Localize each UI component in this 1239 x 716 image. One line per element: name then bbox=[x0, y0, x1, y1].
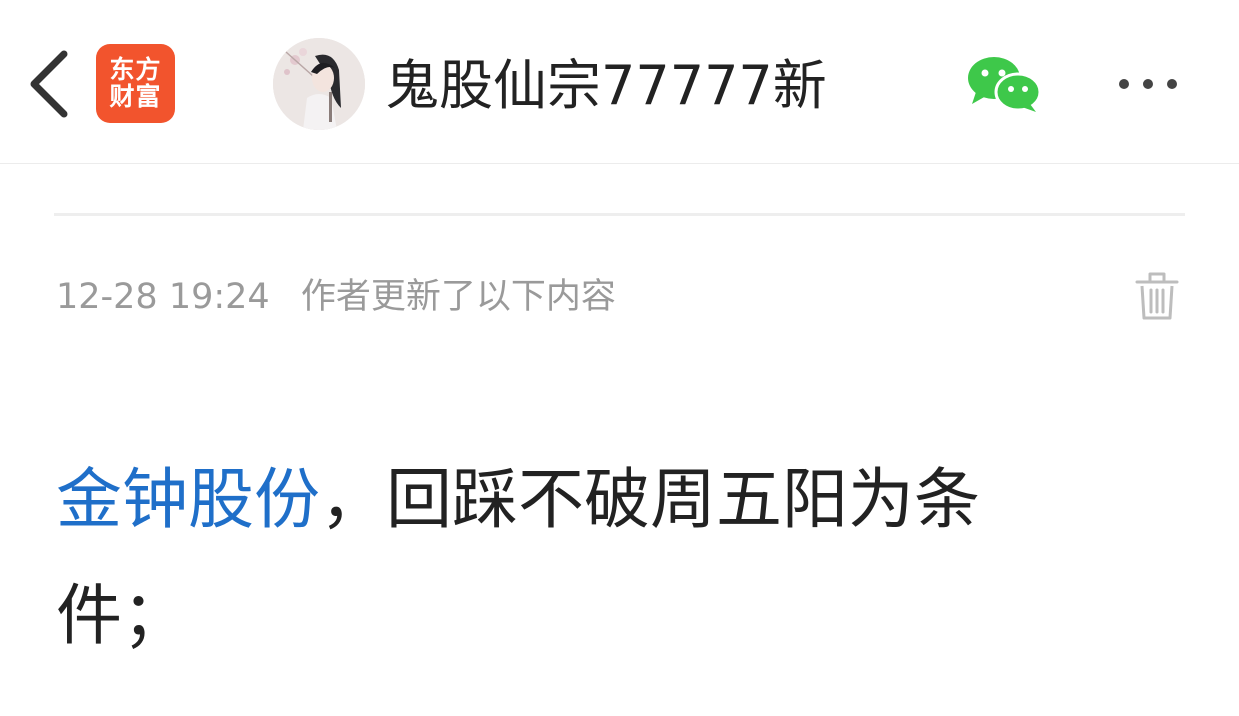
stock-link[interactable]: 金钟股份 bbox=[56, 461, 320, 538]
avatar[interactable] bbox=[273, 38, 365, 130]
more-options-button[interactable] bbox=[1110, 66, 1186, 102]
more-horizontal-icon bbox=[1119, 79, 1177, 89]
brand-logo-line1: 东方 bbox=[109, 55, 162, 85]
avatar-image bbox=[273, 38, 365, 130]
brand-logo[interactable]: 东方 财富 bbox=[96, 44, 175, 123]
update-text: 作者更新了以下内容 bbox=[300, 277, 616, 317]
trash-icon bbox=[1135, 272, 1179, 320]
top-navigation-bar: 东方 财富 鬼股仙宗77777新 bbox=[0, 0, 1239, 164]
author-name[interactable]: 鬼股仙宗77777新 bbox=[385, 48, 827, 124]
wechat-icon bbox=[968, 57, 1042, 112]
content-divider bbox=[54, 213, 1185, 216]
update-time: 12-28 19:24 bbox=[56, 277, 270, 317]
post-content: 金钟股份，回踩不破周五阳为条件； bbox=[56, 442, 1096, 674]
brand-logo-line2: 财富 bbox=[109, 81, 162, 111]
wechat-share-button[interactable] bbox=[966, 54, 1042, 114]
chevron-left-icon bbox=[30, 50, 68, 118]
delete-button[interactable] bbox=[1134, 270, 1180, 322]
update-meta: 12-28 19:24 作者更新了以下内容 bbox=[56, 272, 616, 322]
back-button[interactable] bbox=[22, 46, 78, 122]
